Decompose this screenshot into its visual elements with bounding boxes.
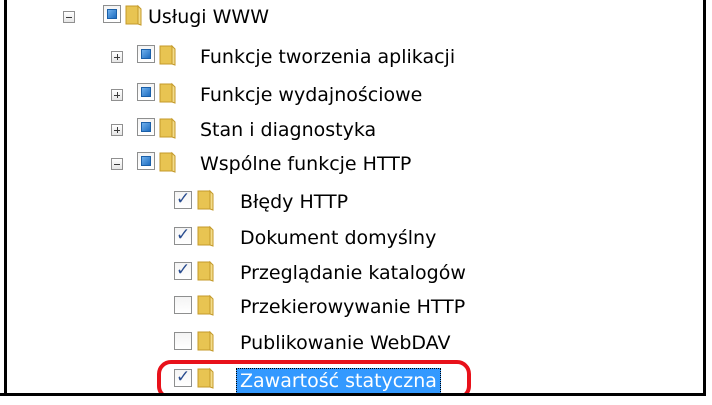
tree-node-funkcje-wydajnosciowe[interactable]: Funkcje wydajnościowe [0, 80, 600, 110]
tree-node-label: Błędy HTTP [240, 191, 349, 213]
collapse-icon[interactable] [111, 158, 123, 170]
tree-node-label: Funkcje tworzenia aplikacji [200, 46, 456, 68]
partial-checkbox[interactable] [137, 118, 155, 136]
partial-checkbox[interactable] [137, 152, 155, 170]
folder-icon [159, 82, 176, 104]
folder-icon [197, 260, 214, 282]
folder-icon [159, 117, 176, 139]
tree-node-dokument-domyslny[interactable]: ✓ Dokument domyślny [0, 223, 600, 253]
tree-node-label: Usługi WWW [148, 6, 269, 28]
tree-node-publikowanie-webdav[interactable]: Publikowanie WebDAV [0, 328, 600, 358]
folder-icon [197, 330, 214, 352]
tree-node-label: Funkcje wydajnościowe [200, 84, 423, 106]
checked-checkbox[interactable]: ✓ [174, 260, 192, 280]
tree-node-label: Stan i diagnostyka [200, 119, 377, 141]
tree-node-label: Wspólne funkcje HTTP [200, 153, 412, 175]
checked-checkbox[interactable]: ✓ [174, 189, 192, 209]
tree-node-stan-i-diagnostyka[interactable]: Stan i diagnostyka [0, 115, 600, 145]
folder-icon [125, 4, 142, 26]
expand-icon[interactable] [111, 89, 123, 101]
folder-icon [197, 225, 214, 247]
checked-checkbox[interactable]: ✓ [174, 225, 192, 245]
tree-node-uslugi-www[interactable]: Usługi WWW [0, 2, 500, 32]
tree-node-label: Przeglądanie katalogów [240, 262, 466, 284]
tree-node-przekierowywanie-http[interactable]: Przekierowywanie HTTP [0, 292, 600, 322]
features-tree-panel: Usługi WWW Funkcje tworzenia aplikacji F… [0, 0, 706, 396]
folder-icon [159, 151, 176, 173]
folder-icon [159, 44, 176, 66]
partial-checkbox[interactable] [103, 5, 121, 23]
tree-node-bledy-http[interactable]: ✓ Błędy HTTP [0, 187, 600, 217]
folder-icon [197, 294, 214, 316]
partial-checkbox[interactable] [137, 45, 155, 63]
folder-icon [197, 189, 214, 211]
tree-node-przegladanie-katalogow[interactable]: ✓ Przeglądanie katalogów [0, 258, 600, 288]
expand-icon[interactable] [111, 124, 123, 136]
collapse-icon[interactable] [63, 11, 75, 23]
red-highlight-annotation [157, 360, 471, 393]
unchecked-checkbox[interactable] [174, 332, 192, 350]
unchecked-checkbox[interactable] [174, 296, 192, 314]
expand-icon[interactable] [111, 51, 123, 63]
tree-node-label: Dokument domyślny [240, 227, 437, 249]
tree-node-wspolne-funkcje-http[interactable]: Wspólne funkcje HTTP [0, 149, 600, 179]
tree-node-funkcje-tworzenia[interactable]: Funkcje tworzenia aplikacji [0, 42, 600, 72]
tree-node-label: Przekierowywanie HTTP [240, 296, 466, 318]
tree-node-label: Publikowanie WebDAV [240, 332, 451, 354]
partial-checkbox[interactable] [137, 83, 155, 101]
